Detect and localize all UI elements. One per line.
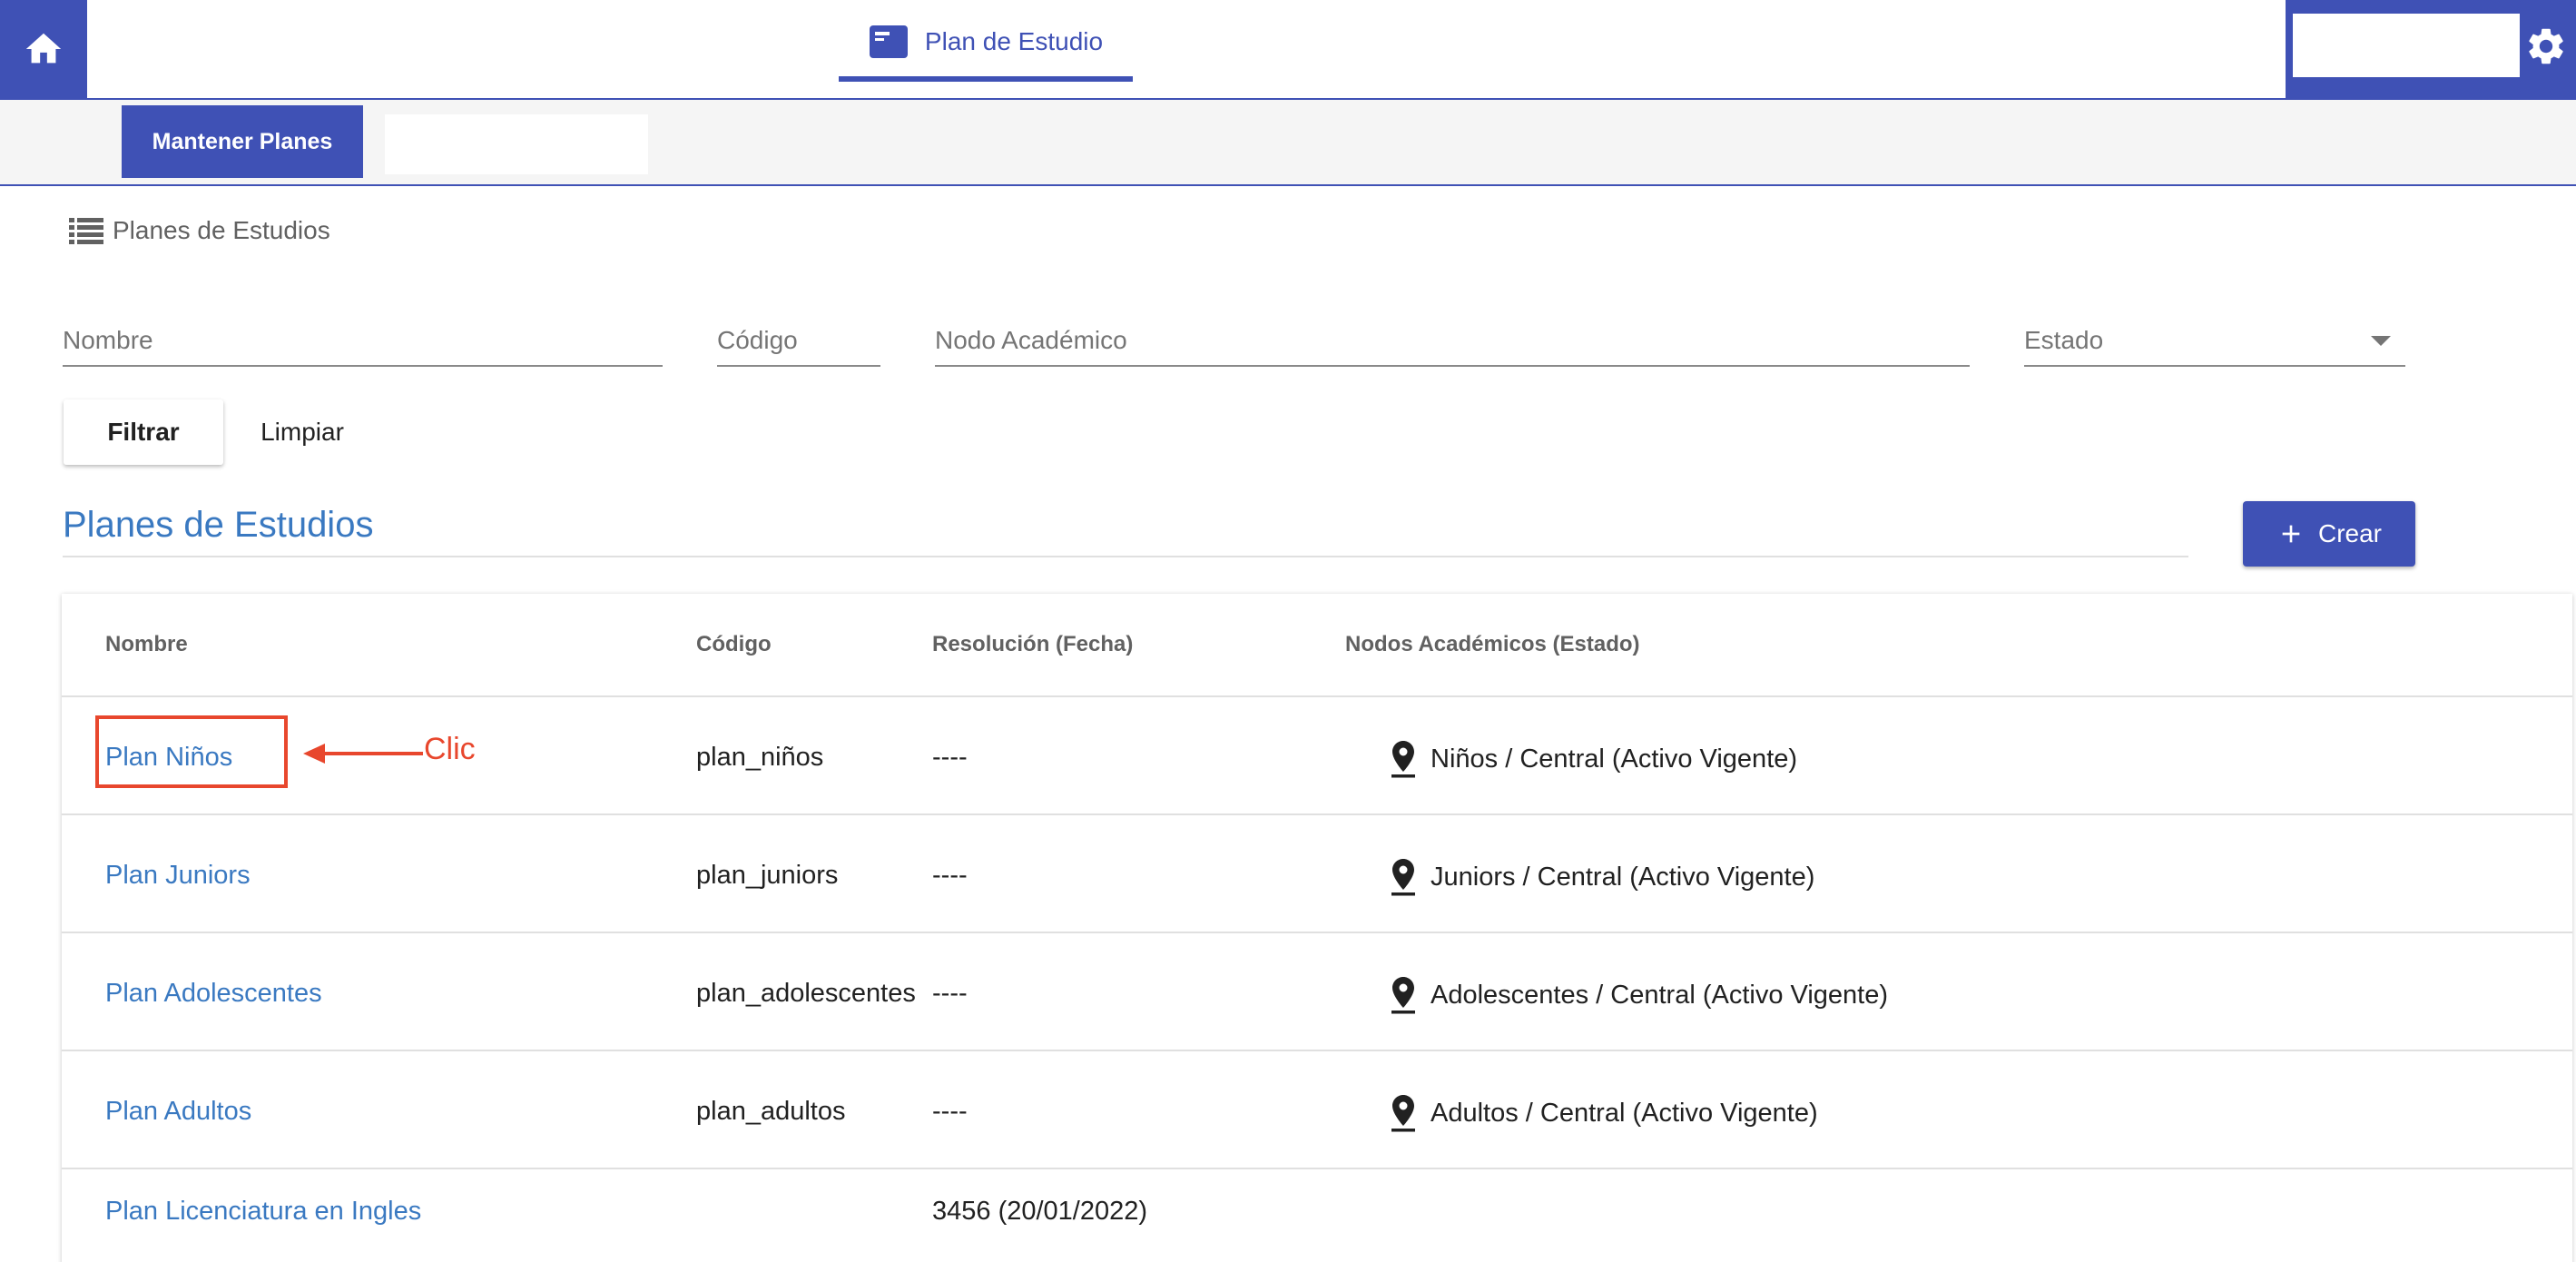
limpiar-button[interactable]: Limpiar <box>241 399 363 465</box>
table-row: Plan Licenciatura en Ingles 3456 (20/01/… <box>62 1168 2572 1262</box>
nombre-input[interactable] <box>63 318 663 363</box>
plan-resolution: ---- <box>932 979 968 1008</box>
breadcrumb-label: Planes de Estudios <box>113 216 330 244</box>
plan-resolution: ---- <box>932 743 968 772</box>
academic-node-label: Niños / Central (Activo Vigente) <box>1431 744 1798 774</box>
crear-button[interactable]: Crear <box>2243 501 2415 567</box>
breadcrumb: Planes de Estudios <box>69 216 330 245</box>
plan-resolution: ---- <box>932 1097 968 1126</box>
plan-name-link[interactable]: Plan Licenciatura en Ingles <box>105 1197 421 1227</box>
location-pin-icon <box>1391 977 1415 1014</box>
plan-code: plan_adultos <box>696 1097 846 1126</box>
section-title: Planes de Estudios <box>63 505 374 545</box>
tab-plan-de-estudio[interactable]: Plan de Estudio <box>839 0 1133 84</box>
academic-node-label: Juniors / Central (Activo Vigente) <box>1431 862 1815 892</box>
gear-icon <box>2529 28 2563 64</box>
table-row: Plan Adultos plan_adultos ---- Adultos /… <box>62 1050 2572 1168</box>
annotation-highlight-box <box>95 715 288 788</box>
academic-node: Juniors / Central (Activo Vigente) <box>1389 857 1814 897</box>
user-panel <box>2286 0 2576 98</box>
secondary-tab-placeholder[interactable] <box>385 114 648 174</box>
user-info-box[interactable] <box>2293 14 2520 77</box>
academic-node: Adultos / Central (Activo Vigente) <box>1389 1093 1818 1133</box>
plan-code: plan_niños <box>696 743 824 772</box>
plan-code: plan_adolescentes <box>696 979 916 1008</box>
estado-select[interactable]: Estado <box>2024 318 2405 367</box>
plus-icon <box>2282 525 2300 543</box>
card-icon <box>869 25 908 58</box>
column-header-nombre: Nombre <box>105 632 188 656</box>
home-icon <box>25 33 62 64</box>
active-tab-indicator <box>839 76 1133 82</box>
caret-down-icon <box>2371 336 2391 346</box>
annotation-label: Clic <box>424 732 476 766</box>
planes-table: Nombre Código Resolución (Fecha) Nodos A… <box>62 594 2572 1262</box>
codigo-field <box>717 318 880 367</box>
sub-navigation-bar: Mantener Planes <box>0 100 2576 186</box>
list-icon <box>69 218 103 244</box>
codigo-input[interactable] <box>717 318 880 363</box>
annotation-arrow-icon <box>303 744 423 764</box>
column-header-codigo: Código <box>696 632 772 656</box>
location-pin-icon <box>1391 741 1415 778</box>
academic-node: Adolescentes / Central (Activo Vigente) <box>1389 975 1888 1015</box>
plan-name-link[interactable]: Plan Adolescentes <box>105 979 322 1009</box>
academic-node: Niños / Central (Activo Vigente) <box>1389 739 1797 779</box>
plan-resolution: ---- <box>932 861 968 890</box>
academic-node-label: Adultos / Central (Activo Vigente) <box>1431 1098 1818 1128</box>
home-button[interactable] <box>0 0 87 98</box>
location-pin-icon <box>1391 859 1415 896</box>
nombre-field <box>63 318 663 367</box>
estado-select-label: Estado <box>2024 326 2104 354</box>
column-header-nodos: Nodos Académicos (Estado) <box>1345 632 1640 656</box>
location-pin-icon <box>1391 1095 1415 1132</box>
tab-mantener-planes[interactable]: Mantener Planes <box>122 105 363 178</box>
top-bar: Plan de Estudio <box>0 0 2576 100</box>
settings-button[interactable] <box>2520 20 2572 73</box>
section-divider <box>63 556 2188 557</box>
tab-label: Plan de Estudio <box>924 27 1104 55</box>
nodo-academico-field <box>935 318 1970 367</box>
column-header-resolucion: Resolución (Fecha) <box>932 632 1134 656</box>
filtrar-button[interactable]: Filtrar <box>64 399 223 465</box>
nodo-academico-input[interactable] <box>935 318 1970 363</box>
crear-button-label: Crear <box>2317 519 2382 547</box>
plan-code: plan_juniors <box>696 861 839 890</box>
plan-resolution: 3456 (20/01/2022) <box>932 1197 1148 1226</box>
table-row: Plan Juniors plan_juniors ---- Juniors /… <box>62 813 2572 932</box>
table-row: Plan Adolescentes plan_adolescentes ----… <box>62 932 2572 1050</box>
plan-name-link[interactable]: Plan Adultos <box>105 1097 251 1127</box>
plan-name-link[interactable]: Plan Juniors <box>105 861 251 891</box>
academic-node-label: Adolescentes / Central (Activo Vigente) <box>1431 980 1889 1010</box>
